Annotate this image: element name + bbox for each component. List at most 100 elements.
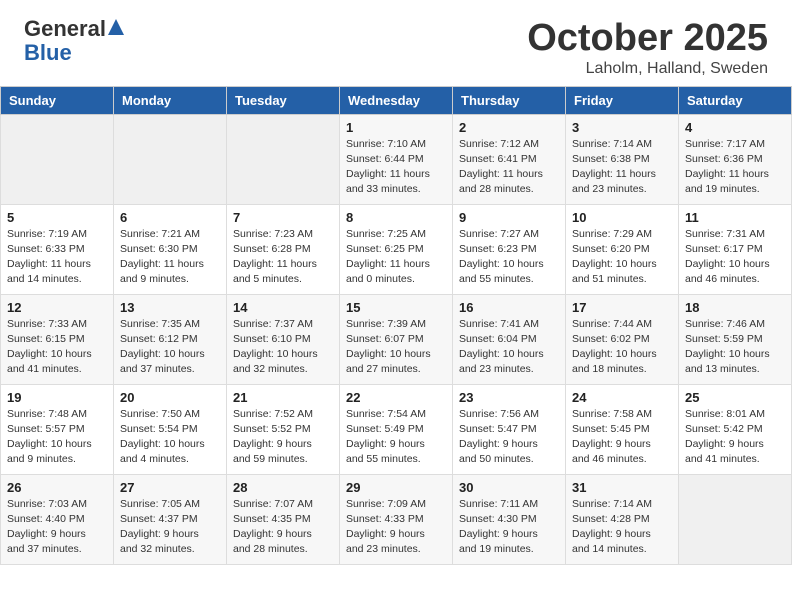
day-info: Sunrise: 7:33 AM Sunset: 6:15 PM Dayligh… (7, 317, 107, 378)
location-title: Laholm, Halland, Sweden (527, 60, 768, 78)
month-title: October 2025 (527, 18, 768, 60)
header: General Blue October 2025 Laholm, Hallan… (0, 0, 792, 86)
weekday-header-friday: Friday (566, 86, 679, 114)
calendar-week-row: 12 Sunrise: 7:33 AM Sunset: 6:15 PM Dayli… (1, 294, 792, 384)
calendar-cell: 29 Sunrise: 7:09 AM Sunset: 4:33 PM Dayli… (340, 474, 453, 564)
day-number: 31 (572, 480, 672, 495)
day-number: 19 (7, 390, 107, 405)
day-number: 4 (685, 120, 785, 135)
logo-general-text: General (24, 18, 106, 40)
day-info: Sunrise: 7:35 AM Sunset: 6:12 PM Dayligh… (120, 317, 220, 378)
day-info: Sunrise: 7:19 AM Sunset: 6:33 PM Dayligh… (7, 227, 107, 288)
day-info: Sunrise: 8:01 AM Sunset: 5:42 PM Dayligh… (685, 407, 785, 468)
day-info: Sunrise: 7:31 AM Sunset: 6:17 PM Dayligh… (685, 227, 785, 288)
calendar-cell: 15Sunrise: 7:39 AM Sunset: 6:07 PM Dayli… (340, 294, 453, 384)
day-info: Sunrise: 7:50 AM Sunset: 5:54 PM Dayligh… (120, 407, 220, 468)
calendar-week-row: 19 Sunrise: 7:48 AM Sunset: 5:57 PM Dayli… (1, 384, 792, 474)
day-number: 3 (572, 120, 672, 135)
day-info: Sunrise: 7:46 AM Sunset: 5:59 PM Dayligh… (685, 317, 785, 378)
calendar-cell: 24Sunrise: 7:58 AM Sunset: 5:45 PM Dayli… (566, 384, 679, 474)
calendar-cell (679, 474, 792, 564)
calendar-wrapper: SundayMondayTuesdayWednesdayThursdayFrid… (0, 86, 792, 575)
calendar-cell: 6 Sunrise: 7:21 AM Sunset: 6:30 PM Daylig… (114, 204, 227, 294)
day-info: Sunrise: 7:09 AM Sunset: 4:33 PM Dayligh… (346, 497, 446, 558)
weekday-header-saturday: Saturday (679, 86, 792, 114)
day-info: Sunrise: 7:05 AM Sunset: 4:37 PM Dayligh… (120, 497, 220, 558)
day-info: Sunrise: 7:29 AM Sunset: 6:20 PM Dayligh… (572, 227, 672, 288)
day-info: Sunrise: 7:21 AM Sunset: 6:30 PM Dayligh… (120, 227, 220, 288)
weekday-header-wednesday: Wednesday (340, 86, 453, 114)
weekday-header-thursday: Thursday (453, 86, 566, 114)
calendar-cell: 5 Sunrise: 7:19 AM Sunset: 6:33 PM Daylig… (1, 204, 114, 294)
day-info: Sunrise: 7:14 AM Sunset: 4:28 PM Dayligh… (572, 497, 672, 558)
day-info: Sunrise: 7:39 AM Sunset: 6:07 PM Dayligh… (346, 317, 446, 378)
day-info: Sunrise: 7:56 AM Sunset: 5:47 PM Dayligh… (459, 407, 559, 468)
day-number: 13 (120, 300, 220, 315)
calendar-cell: 26Sunrise: 7:03 AM Sunset: 4:40 PM Dayli… (1, 474, 114, 564)
day-info: Sunrise: 7:14 AM Sunset: 6:38 PM Dayligh… (572, 137, 672, 198)
day-info: Sunrise: 7:41 AM Sunset: 6:04 PM Dayligh… (459, 317, 559, 378)
day-number: 28 (233, 480, 333, 495)
logo-blue-text: Blue (24, 40, 72, 66)
calendar-cell: 21Sunrise: 7:52 AM Sunset: 5:52 PM Dayli… (227, 384, 340, 474)
calendar-cell: 4Sunrise: 7:17 AM Sunset: 6:36 PM Daylig… (679, 114, 792, 204)
page: General Blue October 2025 Laholm, Hallan… (0, 0, 792, 575)
day-number: 27 (120, 480, 220, 495)
day-info: Sunrise: 7:12 AM Sunset: 6:41 PM Dayligh… (459, 137, 559, 198)
calendar-body: 1Sunrise: 7:10 AM Sunset: 6:44 PM Daylig… (1, 114, 792, 564)
day-number: 22 (346, 390, 446, 405)
logo: General Blue (24, 18, 126, 66)
calendar-table: SundayMondayTuesdayWednesdayThursdayFrid… (0, 86, 792, 565)
day-info: Sunrise: 7:10 AM Sunset: 6:44 PM Dayligh… (346, 137, 446, 198)
day-number: 21 (233, 390, 333, 405)
day-number: 7 (233, 210, 333, 225)
day-number: 17 (572, 300, 672, 315)
calendar-week-row: 5 Sunrise: 7:19 AM Sunset: 6:33 PM Daylig… (1, 204, 792, 294)
calendar-cell (227, 114, 340, 204)
day-number: 12 (7, 300, 107, 315)
day-number: 29 (346, 480, 446, 495)
calendar-cell: 16 Sunrise: 7:41 AM Sunset: 6:04 PM Dayli… (453, 294, 566, 384)
day-number: 14 (233, 300, 333, 315)
weekday-header-row: SundayMondayTuesdayWednesdayThursdayFrid… (1, 86, 792, 114)
day-info: Sunrise: 7:48 AM Sunset: 5:57 PM Dayligh… (7, 407, 107, 468)
calendar-cell: 20 Sunrise: 7:50 AM Sunset: 5:54 PM Dayli… (114, 384, 227, 474)
day-info: Sunrise: 7:03 AM Sunset: 4:40 PM Dayligh… (7, 497, 107, 558)
calendar-cell (114, 114, 227, 204)
calendar-cell: 25Sunrise: 8:01 AM Sunset: 5:42 PM Dayli… (679, 384, 792, 474)
day-number: 6 (120, 210, 220, 225)
calendar-header: SundayMondayTuesdayWednesdayThursdayFrid… (1, 86, 792, 114)
day-info: Sunrise: 7:44 AM Sunset: 6:02 PM Dayligh… (572, 317, 672, 378)
weekday-header-monday: Monday (114, 86, 227, 114)
calendar-cell: 13 Sunrise: 7:35 AM Sunset: 6:12 PM Dayli… (114, 294, 227, 384)
day-number: 24 (572, 390, 672, 405)
day-number: 10 (572, 210, 672, 225)
calendar-cell: 31 Sunrise: 7:14 AM Sunset: 4:28 PM Dayli… (566, 474, 679, 564)
calendar-cell: 3 Sunrise: 7:14 AM Sunset: 6:38 PM Daylig… (566, 114, 679, 204)
calendar-cell: 17 Sunrise: 7:44 AM Sunset: 6:02 PM Dayli… (566, 294, 679, 384)
calendar-cell: 10 Sunrise: 7:29 AM Sunset: 6:20 PM Dayli… (566, 204, 679, 294)
day-number: 11 (685, 210, 785, 225)
day-number: 30 (459, 480, 559, 495)
day-number: 5 (7, 210, 107, 225)
weekday-header-sunday: Sunday (1, 86, 114, 114)
day-number: 8 (346, 210, 446, 225)
calendar-cell: 23 Sunrise: 7:56 AM Sunset: 5:47 PM Dayli… (453, 384, 566, 474)
day-info: Sunrise: 7:54 AM Sunset: 5:49 PM Dayligh… (346, 407, 446, 468)
calendar-cell: 8Sunrise: 7:25 AM Sunset: 6:25 PM Daylig… (340, 204, 453, 294)
calendar-cell: 18 Sunrise: 7:46 AM Sunset: 5:59 PM Dayli… (679, 294, 792, 384)
calendar-cell: 9Sunrise: 7:27 AM Sunset: 6:23 PM Daylig… (453, 204, 566, 294)
day-number: 20 (120, 390, 220, 405)
calendar-week-row: 26Sunrise: 7:03 AM Sunset: 4:40 PM Dayli… (1, 474, 792, 564)
day-info: Sunrise: 7:11 AM Sunset: 4:30 PM Dayligh… (459, 497, 559, 558)
calendar-cell (1, 114, 114, 204)
day-number: 2 (459, 120, 559, 135)
day-number: 23 (459, 390, 559, 405)
day-number: 16 (459, 300, 559, 315)
calendar-week-row: 1Sunrise: 7:10 AM Sunset: 6:44 PM Daylig… (1, 114, 792, 204)
logo-triangle-icon (107, 18, 125, 40)
day-number: 18 (685, 300, 785, 315)
day-info: Sunrise: 7:27 AM Sunset: 6:23 PM Dayligh… (459, 227, 559, 288)
calendar-cell: 14Sunrise: 7:37 AM Sunset: 6:10 PM Dayli… (227, 294, 340, 384)
calendar-cell: 7Sunrise: 7:23 AM Sunset: 6:28 PM Daylig… (227, 204, 340, 294)
